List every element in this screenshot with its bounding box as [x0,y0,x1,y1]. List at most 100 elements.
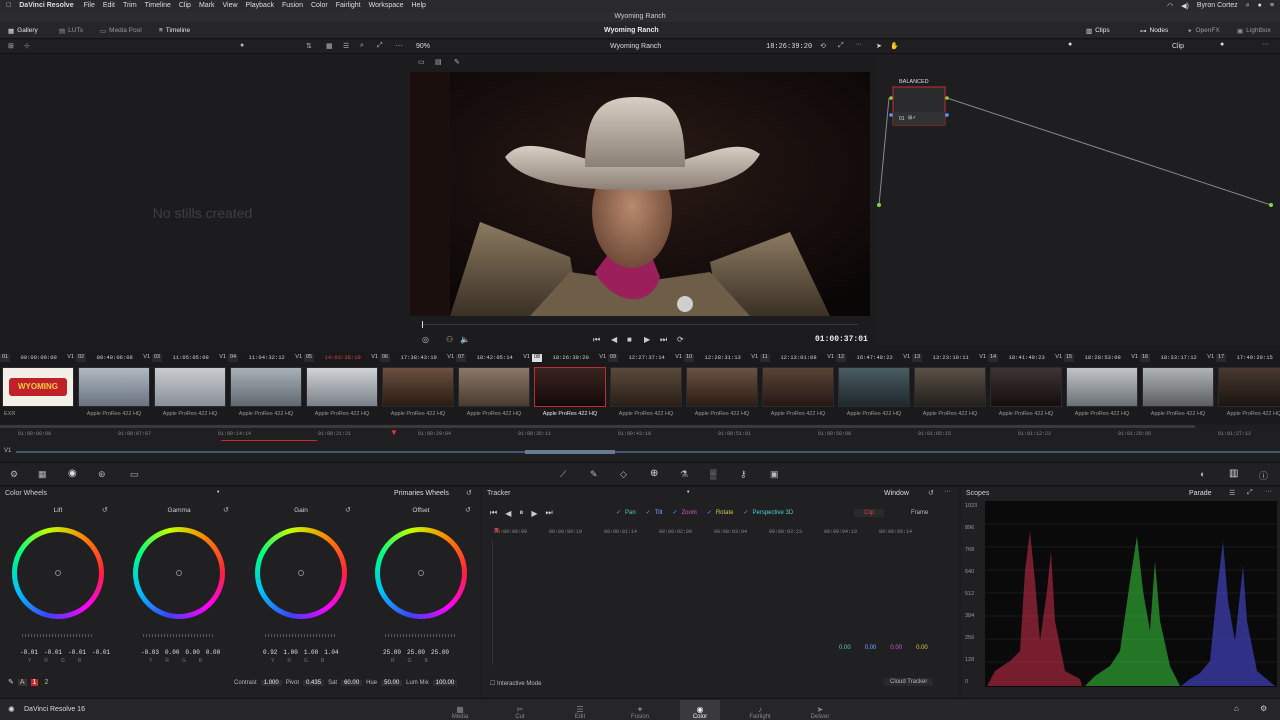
window-icon[interactable]: ◇ [620,469,627,480]
loop-icon[interactable]: ⟳ [677,335,684,344]
clip-12[interactable]: 12 16:47:40:22 V1 Apple ProRes 422 HQ [836,352,912,424]
menu-edit[interactable]: Edit [103,2,115,9]
wifi-icon[interactable]: ◠ [1167,2,1173,10]
qualifier-icon[interactable]: ✎ [590,469,598,480]
wheel-reset-icon[interactable]: ↺ [102,506,108,514]
wheel-value[interactable]: 0.00 [165,649,179,656]
pointer-icon[interactable]: ➤ [876,42,882,50]
timeline-scrollbar[interactable] [0,425,1195,428]
rgb-mixer-icon[interactable]: ⊛ [98,469,106,480]
page-color[interactable]: ◉ Color [680,700,720,720]
viewer-more-icon[interactable]: ··· [855,41,862,48]
clip-09[interactable]: 09 12:27:37:14 V1 Apple ProRes 422 HQ [608,352,684,424]
link-icon[interactable]: ⚇ [446,335,453,344]
scopes-icon[interactable]: ▥ [1229,468,1238,479]
openfx-button[interactable]: ✦ OpenFX [1183,22,1224,39]
wheel-value[interactable]: 0.00 [185,649,199,656]
highlight-icon[interactable]: ✎ [454,58,460,66]
track-forward-icon[interactable]: ▶ [531,509,537,518]
mini-timeline[interactable]: 01:00:00:00 01:00:07:07 01:00:14:14 01:00:2… [0,425,1280,460]
menu-help[interactable]: Help [412,2,426,9]
grid-icon[interactable]: ▦ [326,42,333,50]
wheel-master-slider[interactable] [385,634,457,637]
wheel-value[interactable]: -0.01 [44,649,62,656]
wheel-master-slider[interactable] [143,634,215,637]
node-editor[interactable]: BALANCED 01 ⊞✓ [875,55,1280,345]
clip-mode-selector[interactable]: Clip [1172,43,1184,50]
settings-icon[interactable]: ⚙ [1260,704,1267,713]
wheel-value[interactable]: 1.04 [324,649,338,656]
page-fairlight[interactable]: ♪ Fairlight [740,700,780,720]
wheel-reset-icon[interactable]: ↺ [345,506,351,514]
perspective-checkbox[interactable]: ✓ Perspective 3D [744,510,794,516]
camera-icon[interactable]: ◎ [422,335,429,344]
clip-16[interactable]: 16 18:33:17:12 V1 Apple ProRes 422 HQ [1140,352,1216,424]
color-match-icon[interactable]: ▦ [38,469,47,480]
more-icon[interactable]: ··· [395,41,403,50]
page-fusion[interactable]: ✦ Fusion [620,700,660,720]
color-wheel-gain[interactable] [255,527,347,619]
loop-icon[interactable]: ⟲ [820,42,826,50]
frame-toggle[interactable]: Frame [903,509,936,517]
play-icon[interactable]: ▶ [644,335,650,344]
clip-05[interactable]: 05 14:03:38:19 V1 Apple ProRes 422 HQ [304,352,380,424]
search-icon[interactable]: ⌕ [360,42,364,50]
zoom-checkbox[interactable]: ✓ Zoom [672,510,696,516]
info-icon[interactable]: ⓘ [1259,469,1268,482]
clip-04[interactable]: 04 11:04:32:12 V1 Apple ProRes 422 HQ [228,352,304,424]
clip-15[interactable]: 15 18:28:53:09 V1 Apple ProRes 422 HQ [1064,352,1140,424]
wheel-value[interactable]: -0.03 [141,649,159,656]
curves-icon[interactable]: ⟋ [560,469,566,480]
clip-13[interactable]: 13 13:23:19:11 V1 Apple ProRes 422 HQ [912,352,988,424]
tracker-mode-selector[interactable]: Window [884,490,909,497]
camera-raw-icon[interactable]: ⚙ [10,469,18,480]
menu-mark[interactable]: Mark [199,2,215,9]
wheels-reset-icon[interactable]: ↺ [466,489,472,497]
skip-end-icon[interactable]: ⏭ [660,335,667,345]
zoom-level[interactable]: 90% [416,43,430,50]
wheel-value[interactable]: 0.92 [263,649,277,656]
scrub-playhead[interactable] [422,321,423,328]
clip-toggle[interactable]: Clip [854,509,885,517]
sat-field[interactable]: 60.00 [341,680,363,686]
track-reverse-icon[interactable]: ◀ [505,509,511,518]
apple-icon[interactable]:  [6,2,11,9]
split-icon[interactable]: ▭ [418,58,425,66]
key-icon[interactable]: ⚷ [740,469,747,480]
page-deliver[interactable]: ➤ Deliver [800,700,840,720]
pivot-field[interactable]: 0.435 [303,680,325,686]
scope-settings-icon[interactable]: ☰ [1229,489,1235,497]
menu-app-name[interactable]: DaVinci Resolve [19,2,73,9]
gallery-options-icon[interactable]: ⊹ [24,42,30,50]
scope-mode-selector[interactable]: Parade [1189,490,1212,497]
track-end-icon[interactable]: ⏭ [546,508,553,518]
color-wheels-icon[interactable]: ◉ [68,468,77,479]
wheel-crosshair[interactable] [176,570,182,576]
node-zoom-slider[interactable]: ● [1068,41,1072,48]
wheel-crosshair[interactable] [418,570,424,576]
color-wheel-lift[interactable] [12,527,104,619]
track-v1-current-clip[interactable] [525,450,615,454]
page-2-button[interactable]: 2 [42,679,50,686]
stop-icon[interactable]: ■ [627,335,632,344]
track-start-icon[interactable]: ⏮ [490,508,497,518]
lummix-field[interactable]: 100.00 [432,680,458,686]
clip-07[interactable]: 07 18:42:05:14 V1 Apple ProRes 422 HQ [456,352,532,424]
menu-playback[interactable]: Playback [246,2,274,9]
menu-timeline[interactable]: Timeline [145,2,171,9]
page-1-button[interactable]: 1 [30,678,39,686]
clip-01[interactable]: 01 00:00:00:00 V1 WYOMING EXR [0,352,76,424]
lightbox-button[interactable]: ▣ Lightbox [1233,22,1275,39]
viewer-timeline-name[interactable]: Wyoming Ranch [610,43,661,50]
sort-icon[interactable]: ⇅ [306,42,312,50]
speaker-icon[interactable]: 🔈 [460,335,470,344]
tracker-playhead[interactable]: ▼ [493,527,500,534]
wheel-value[interactable]: -0.01 [68,649,86,656]
nodes-button[interactable]: ⊶ Nodes [1136,22,1172,39]
interactive-mode-checkbox[interactable]: ☐ Interactive Mode [490,680,541,687]
search-icon[interactable]: ⌕ [1246,2,1250,10]
wheel-master-slider[interactable] [265,634,337,637]
clip-08[interactable]: 08 18:26:39:20 V1 Apple ProRes 422 HQ [532,352,608,424]
clip-17[interactable]: 1717:49:20:15V1Apple ProRes 422 HQ [1216,352,1280,424]
menu-fairlight[interactable]: Fairlight [336,2,361,9]
